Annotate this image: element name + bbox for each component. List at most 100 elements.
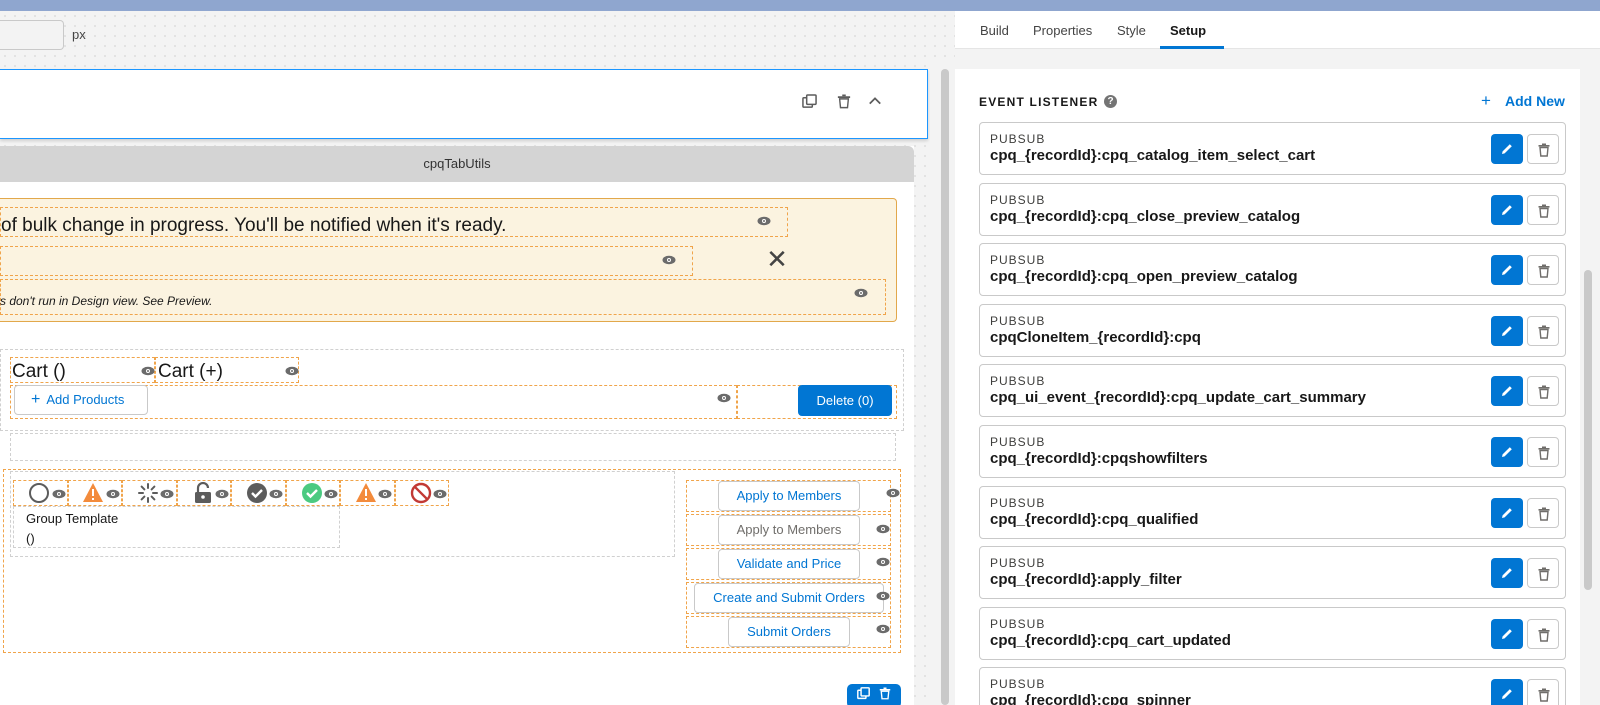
delete-listener-button[interactable] <box>1527 619 1559 649</box>
delete-listener-button[interactable] <box>1527 376 1559 406</box>
event-listener-item[interactable]: PUBSUB cpqCloneItem_{recordId}:cpq <box>979 304 1566 357</box>
visibility-eye-icon[interactable] <box>215 489 229 499</box>
create-and-submit-orders-button[interactable]: Create and Submit Orders <box>694 583 884 613</box>
width-unit-label: px <box>72 27 86 42</box>
tab-properties[interactable]: Properties <box>1033 23 1092 38</box>
tab-style[interactable]: Style <box>1117 23 1146 38</box>
tab-setup[interactable]: Setup <box>1170 23 1206 38</box>
visibility-eye-icon[interactable] <box>285 366 299 376</box>
submit-orders-button[interactable]: Submit Orders <box>728 617 850 647</box>
delete-listener-button[interactable] <box>1527 134 1559 164</box>
edit-button[interactable] <box>1491 558 1523 588</box>
visibility-eye-icon[interactable] <box>141 366 155 376</box>
visibility-eye-icon[interactable] <box>324 489 338 499</box>
edit-button[interactable] <box>1491 679 1523 705</box>
panel-scrollbar[interactable] <box>1584 270 1592 590</box>
add-icon[interactable]: + <box>1481 91 1491 111</box>
trash-icon[interactable] <box>879 687 891 700</box>
apply-to-members-button[interactable]: Apply to Members <box>718 481 860 511</box>
tab-build[interactable]: Build <box>980 23 1009 38</box>
group-template-label: Group Template <box>26 511 119 526</box>
width-input[interactable] <box>0 20 64 50</box>
listener-type: PUBSUB <box>990 617 1046 631</box>
visibility-eye-icon[interactable] <box>269 489 283 499</box>
add-icon: + <box>31 391 41 408</box>
listener-topic: cpq_{recordId}:cpq_qualified <box>990 511 1199 528</box>
panel-tabs: Build Properties Style Setup <box>955 11 1600 49</box>
event-listener-item[interactable]: PUBSUB cpq_{recordId}:cpq_cart_updated <box>979 607 1566 660</box>
listener-type: PUBSUB <box>990 253 1046 267</box>
check-green-icon <box>301 482 323 504</box>
close-icon[interactable]: ✕ <box>762 244 792 274</box>
edit-button[interactable] <box>1491 195 1523 225</box>
delete-listener-button[interactable] <box>1527 255 1559 285</box>
edit-button[interactable] <box>1491 376 1523 406</box>
trash-icon <box>1538 204 1550 218</box>
trash-icon <box>1538 325 1550 339</box>
event-listener-item[interactable]: PUBSUB cpq_ui_event_{recordId}:cpq_update… <box>979 364 1566 417</box>
ban-icon <box>410 482 432 504</box>
delete-button[interactable]: Delete (0) <box>798 385 892 416</box>
delete-listener-button[interactable] <box>1527 498 1559 528</box>
event-listener-item[interactable]: PUBSUB cpq_{recordId}:cpq_close_preview_c… <box>979 183 1566 236</box>
visibility-eye-icon[interactable] <box>876 591 890 601</box>
edit-icon <box>1502 265 1512 275</box>
delete-listener-button[interactable] <box>1527 195 1559 225</box>
visibility-eye-icon[interactable] <box>52 489 66 499</box>
edit-button[interactable] <box>1491 437 1523 467</box>
event-listener-item[interactable]: PUBSUB cpq_{recordId}:cpq_spinner <box>979 667 1566 705</box>
visibility-eye-icon[interactable] <box>876 557 890 567</box>
visibility-eye-icon[interactable] <box>876 624 890 634</box>
event-listener-item[interactable]: PUBSUB cpq_{recordId}:apply_filter <box>979 546 1566 599</box>
selected-section[interactable] <box>0 69 928 139</box>
edit-icon <box>1502 508 1512 518</box>
edit-button[interactable] <box>1491 255 1523 285</box>
edit-icon <box>1502 447 1512 457</box>
visibility-eye-icon[interactable] <box>433 489 447 499</box>
canvas-scrollbar[interactable] <box>941 69 949 705</box>
event-listener-item[interactable]: PUBSUB cpq_{recordId}:cpq_catalog_item_se… <box>979 122 1566 175</box>
help-icon[interactable]: ? <box>1104 95 1117 108</box>
trash-icon <box>1538 628 1550 642</box>
spinner-icon <box>137 482 159 504</box>
add-products-button[interactable]: + Add Products <box>14 385 148 415</box>
delete-listener-button[interactable] <box>1527 437 1559 467</box>
delete-listener-button[interactable] <box>1527 558 1559 588</box>
clone-icon[interactable] <box>856 687 870 700</box>
add-new-button[interactable]: Add New <box>1505 93 1565 109</box>
trash-icon <box>1538 143 1550 157</box>
visibility-eye-icon[interactable] <box>854 288 868 298</box>
event-listener-item[interactable]: PUBSUB cpq_{recordId}:cpqshowfilters <box>979 425 1566 478</box>
edit-icon <box>1502 326 1512 336</box>
validate-and-price-button[interactable]: Validate and Price <box>718 549 860 579</box>
trash-icon[interactable] <box>835 94 853 112</box>
event-listener-item[interactable]: PUBSUB cpq_{recordId}:cpq_qualified <box>979 486 1566 539</box>
visibility-eye-icon[interactable] <box>160 489 174 499</box>
event-listener-item[interactable]: PUBSUB cpq_{recordId}:cpq_open_preview_ca… <box>979 243 1566 296</box>
visibility-eye-icon[interactable] <box>106 489 120 499</box>
edit-button[interactable] <box>1491 619 1523 649</box>
visibility-eye-icon[interactable] <box>886 488 900 498</box>
visibility-eye-icon[interactable] <box>717 393 731 403</box>
trash-icon <box>1538 688 1550 702</box>
listener-topic: cpq_ui_event_{recordId}:cpq_update_cart_… <box>990 389 1366 406</box>
visibility-eye-icon[interactable] <box>378 489 392 499</box>
edit-button[interactable] <box>1491 498 1523 528</box>
listener-topic: cpq_{recordId}:cpq_open_preview_catalog <box>990 268 1298 285</box>
chevron-up-icon[interactable] <box>866 94 884 112</box>
delete-listener-button[interactable] <box>1527 679 1559 705</box>
cart-title: Cart () <box>12 361 66 382</box>
delete-listener-button[interactable] <box>1527 316 1559 346</box>
block-actions[interactable] <box>847 684 901 705</box>
clone-icon[interactable] <box>800 94 818 112</box>
visibility-eye-icon[interactable] <box>662 255 676 265</box>
listener-type: PUBSUB <box>990 496 1046 510</box>
apply-to-members-disabled-button[interactable]: Apply to Members <box>718 515 860 545</box>
visibility-eye-icon[interactable] <box>757 216 771 226</box>
listener-topic: cpq_{recordId}:cpq_close_preview_catalog <box>990 208 1301 225</box>
listener-type: PUBSUB <box>990 314 1046 328</box>
edit-button[interactable] <box>1491 134 1523 164</box>
visibility-eye-icon[interactable] <box>876 524 890 534</box>
edit-icon <box>1502 689 1512 699</box>
edit-button[interactable] <box>1491 316 1523 346</box>
